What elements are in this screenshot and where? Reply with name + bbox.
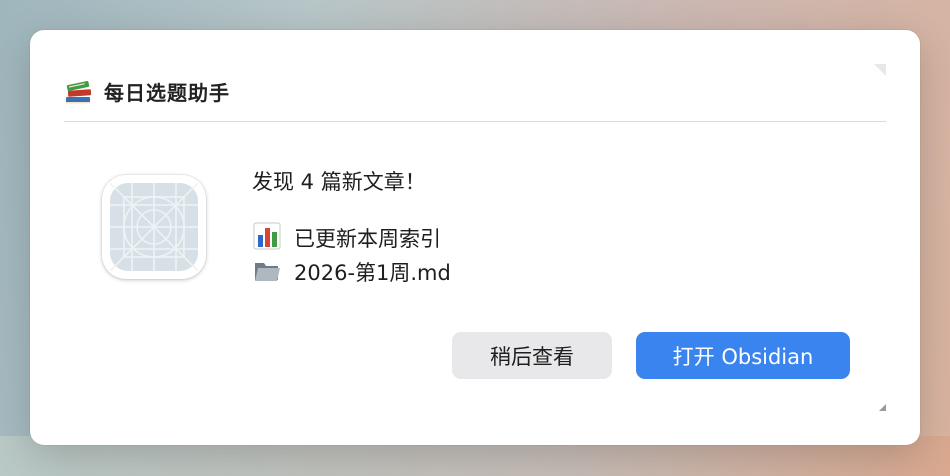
resize-corner-top-right [874, 64, 886, 76]
dialog-title: 每日选题助手 [104, 80, 230, 105]
generic-app-placeholder-icon [110, 183, 198, 271]
resize-handle[interactable] [879, 404, 886, 411]
dialog-title-bar: 每日选题助手 [64, 76, 230, 106]
open-folder-icon [252, 255, 282, 290]
message-body: 发现 4 篇新文章！ 已更新本周索引 2026-第1周.md [252, 165, 451, 289]
bar-chart-icon [252, 221, 282, 256]
message-line-text: 已更新本周索引 [294, 227, 441, 251]
books-icon [64, 76, 94, 106]
notification-dialog: 每日选题助手 发现 4 篇新文章！ 已更新本周索引 2026-第1周.md 稍后… [30, 30, 920, 445]
later-button[interactable]: 稍后查看 [452, 332, 612, 379]
message-line: 2026-第1周.md [252, 255, 451, 289]
message-line: 已更新本周索引 [252, 221, 451, 255]
message-line-text: 2026-第1周.md [294, 261, 451, 285]
open-obsidian-button[interactable]: 打开 Obsidian [636, 332, 850, 379]
message-headline: 发现 4 篇新文章！ [252, 170, 426, 194]
app-icon [102, 175, 206, 279]
title-divider [64, 121, 886, 122]
